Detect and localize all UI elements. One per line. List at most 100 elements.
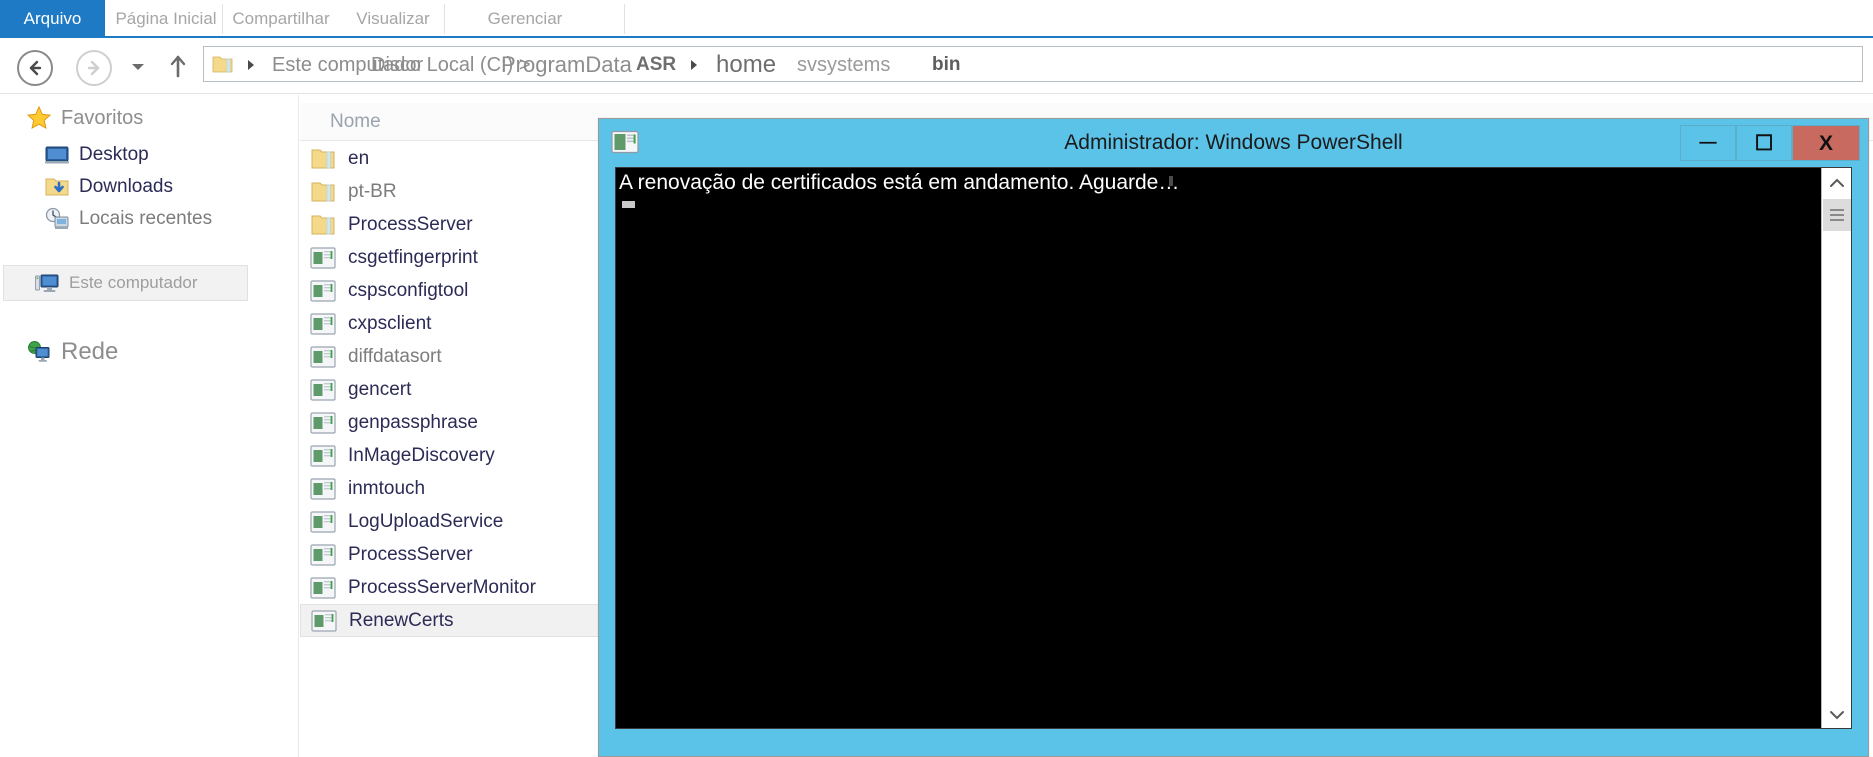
sidebar-item-label: Este computador [69,273,198,292]
breadcrumb-chevron-icon[interactable] [246,59,256,71]
breadcrumb[interactable]: Este computador Disco Local (C:) > Progr… [203,46,1863,82]
file-name: cspsconfigtool [348,279,469,301]
tab-arquivo[interactable]: Arquivo [0,0,105,38]
console-output-area[interactable]: A renovação de certificados está em anda… [615,167,1852,729]
window-controls: ─ ☐ X [1680,125,1860,161]
minimize-icon: ─ [1699,129,1717,156]
tab-divider [222,4,223,34]
address-bar: Este computador Disco Local (C:) > Progr… [0,38,1873,94]
scroll-down-button[interactable] [1822,700,1851,728]
chevron-up-icon [1829,178,1844,187]
minimize-button[interactable]: ─ [1680,125,1736,161]
file-name: LogUploadService [348,510,504,532]
folder-icon [212,56,233,73]
sidebar-item-label: Rede [61,338,119,365]
powershell-title-text: Administrador: Windows PowerShell [1064,131,1403,154]
tab-visualizar[interactable]: Visualizar [344,0,442,38]
arrow-left-icon [29,60,42,76]
console-scrollbar[interactable] [1821,168,1851,728]
ribbon-tabstrip: Arquivo Página Inicial Compartilhar Visu… [0,0,1873,38]
breadcrumb-item-home[interactable]: home [716,50,776,80]
arrow-up-icon [170,55,186,78]
console-artifact [1169,176,1173,186]
file-name: csgetfingerprint [348,246,478,268]
console-line: A renovação de certificados está em anda… [619,171,1180,194]
file-name: RenewCerts [349,609,454,631]
application-icon [310,411,336,434]
file-name: gencert [348,378,412,400]
folder-icon [310,214,336,236]
application-icon [310,246,336,269]
breadcrumb-item-bin[interactable]: bin [932,50,961,80]
sidebar-item-desktop[interactable]: Desktop [44,138,149,172]
folder-icon [310,181,336,203]
application-icon [310,312,336,335]
breadcrumb-item-programdata[interactable]: ProgramData [501,50,632,80]
file-name: en [348,147,370,169]
file-name: inmtouch [348,477,426,499]
application-icon [311,609,337,632]
sidebar-item-label: Favoritos [61,106,144,129]
file-name: genpassphrase [348,411,478,433]
chevron-down-icon [132,64,144,70]
tab-divider [624,4,625,34]
file-name: ProcessServer [348,543,473,565]
file-name: InMageDiscovery [348,444,495,466]
sidebar-item-downloads[interactable]: Downloads [44,170,173,204]
sidebar-item-label: Desktop [79,144,149,165]
recent-locations-dropdown-button[interactable] [128,60,148,74]
scrollbar-thumb[interactable] [1823,199,1851,231]
up-one-level-button[interactable] [166,52,190,82]
breadcrumb-chevron-icon[interactable] [689,59,699,71]
tab-gerenciar[interactable]: Gerenciar [465,0,585,38]
application-icon [310,378,336,401]
console-cursor [622,201,635,208]
sidebar-item-rede[interactable]: Rede [26,335,118,369]
grip-icon [1830,206,1844,224]
application-icon [310,444,336,467]
desktop-icon [44,142,70,168]
maximize-button[interactable]: ☐ [1736,125,1792,161]
powershell-titlebar[interactable]: Administrador: Windows PowerShell ─ ☐ X [599,119,1868,167]
folder-icon [310,148,336,170]
this-pc-icon [34,270,60,296]
back-button[interactable] [17,50,53,86]
file-name: ProcessServer [348,213,473,235]
application-icon [310,477,336,500]
column-header-nome[interactable]: Nome [330,103,381,141]
scroll-up-button[interactable] [1822,168,1851,198]
breadcrumb-item-svsystems[interactable]: svsystems [797,50,890,80]
file-name: diffdatasort [348,345,442,367]
sidebar-item-label: Downloads [79,176,173,197]
application-icon [310,345,336,368]
breadcrumb-item-asr[interactable]: ASR [636,50,676,80]
screen: Arquivo Página Inicial Compartilhar Visu… [0,0,1873,757]
tab-pagina-inicial[interactable]: Página Inicial [112,0,220,38]
tab-divider [444,4,445,34]
sidebar-item-este-computador[interactable]: Este computador [3,265,248,301]
file-name: cxpsclient [348,312,432,334]
arrow-right-icon [87,60,100,76]
network-icon [26,339,52,365]
application-icon [310,576,336,599]
sidebar-item-label: Locais recentes [79,208,213,229]
close-icon: X [1818,131,1833,155]
star-icon [26,105,52,131]
application-icon [310,279,336,302]
recent-places-icon [44,206,70,232]
file-row[interactable]: RenewCerts [300,604,600,637]
maximize-icon: ☐ [1754,131,1774,155]
sidebar-item-locais-recentes[interactable]: Locais recentes [44,202,212,236]
navigation-pane: Favoritos Desktop Downloads Locais recen… [0,95,299,757]
forward-button[interactable] [76,50,112,86]
downloads-folder-icon [44,174,70,200]
tab-compartilhar[interactable]: Compartilhar [222,0,340,38]
file-name: ProcessServerMonitor [348,576,536,598]
application-icon [310,543,336,566]
chevron-down-icon [1829,711,1844,720]
file-name: pt-BR [348,180,397,202]
close-button[interactable]: X [1792,125,1860,161]
sidebar-item-favoritos[interactable]: Favoritos [26,101,143,135]
application-icon [310,510,336,533]
powershell-window[interactable]: Administrador: Windows PowerShell ─ ☐ X … [598,118,1869,757]
